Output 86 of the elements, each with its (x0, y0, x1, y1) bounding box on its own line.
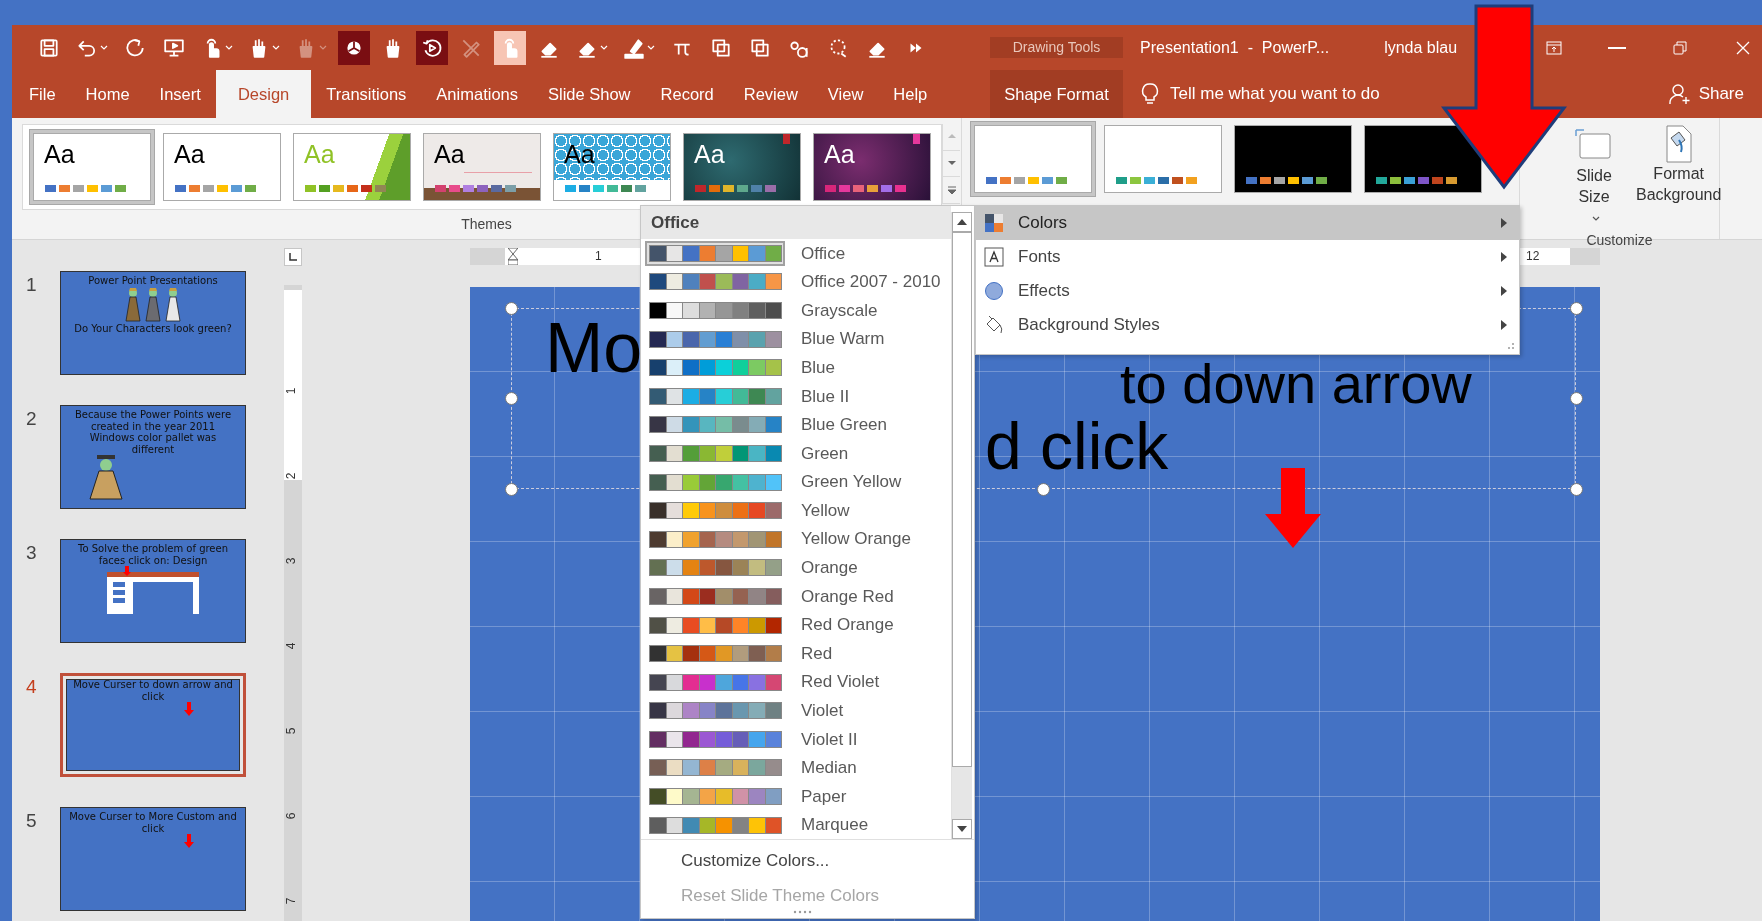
ribbon-tab[interactable]: Slide Show (533, 70, 646, 118)
slide-text: To Solve the problem of green faces click on: Design (76, 543, 229, 566)
color-scheme-item[interactable]: Red Violet (641, 667, 951, 697)
color-scheme-item[interactable]: Office 2007 - 2010 (641, 267, 951, 297)
slide-number: 4 (25, 675, 38, 699)
menu-item[interactable]: Customize Colors... (681, 848, 974, 874)
theme-sample-text: Aa (44, 142, 75, 167)
slide-thumbnail[interactable]: Because the Power Points were created in the year 2011 Windows color pallet was different (60, 405, 246, 509)
theme-sample-text: Aa (304, 142, 335, 167)
color-scheme-item[interactable]: Marquee (641, 810, 951, 840)
slide-thumbnail[interactable]: Move Curser to down arrow and click (60, 673, 246, 777)
color-scheme-item[interactable]: Violet II (641, 725, 951, 754)
theme-option[interactable]: Aa (679, 129, 805, 205)
color-scheme-item[interactable]: Green (641, 439, 951, 468)
ruler-number: 7 (284, 897, 297, 905)
list-header: Office (641, 206, 951, 239)
slide-size-button[interactable]: Slide Size (1566, 122, 1622, 231)
slide-text: Move Curser to down arrow and click (72, 679, 234, 702)
ruler-number: 2 (284, 472, 297, 480)
color-scheme-item[interactable]: Blue II (641, 381, 951, 411)
color-scheme-item[interactable]: Violet (641, 696, 951, 726)
color-scheme-item[interactable]: Yellow (641, 496, 951, 525)
ribbon-tab[interactable]: Animations (421, 70, 533, 118)
slide-number: 3 (25, 541, 38, 565)
ribbon-tab[interactable]: Design (215, 70, 312, 118)
slide-number: 1 (25, 273, 38, 297)
group-label: Themes (461, 215, 512, 234)
ruler-number: 4 (284, 642, 297, 650)
window-title: Presentation1 - PowerP... (1140, 37, 1330, 58)
ruler-number: 6 (284, 812, 297, 820)
color-scheme-item[interactable]: Median (641, 753, 951, 783)
slide-text: Move Curser to More Custom and click (68, 811, 238, 834)
slide-text: Power Point Presentations (87, 275, 219, 287)
search-field[interactable]: Tell me what you want to do (1168, 80, 1468, 108)
ruler-number: 1 (284, 387, 297, 395)
ribbon-tab[interactable]: Insert (144, 70, 216, 118)
theme-option[interactable]: Aa (419, 129, 545, 205)
theme-option[interactable]: Aa (809, 129, 935, 205)
theme-sample-text: Aa (694, 142, 725, 167)
slide-title-text: d click (985, 413, 1169, 479)
color-scheme-item[interactable]: Orange (641, 553, 951, 583)
ribbon-tab[interactable]: Home (70, 70, 145, 118)
ribbon-tab[interactable]: Review (728, 70, 813, 118)
color-scheme-item[interactable]: Green Yellow (641, 467, 951, 497)
menu-item[interactable]: Effects (976, 274, 1519, 308)
share-button[interactable]: Share (1662, 70, 1762, 118)
slide-text: Do Your Characters look green? (74, 322, 232, 334)
ribbon-tab[interactable]: View (812, 70, 879, 118)
ruler-number: 3 (284, 557, 297, 565)
ribbon-tab[interactable]: Help (878, 70, 943, 118)
user-name: lynda blau (1384, 37, 1458, 58)
color-scheme-item[interactable]: Grayscale (641, 296, 951, 325)
group-label: Customize (1586, 231, 1653, 251)
ribbon-tab[interactable]: File (14, 70, 71, 118)
color-scheme-item[interactable]: Office (641, 239, 951, 268)
slide-number: 5 (25, 809, 38, 833)
menu-item[interactable]: Background Styles (976, 308, 1519, 342)
slide-thumbnail[interactable]: Move Curser to More Custom and click (60, 807, 246, 911)
theme-sample-text: Aa (434, 142, 465, 167)
color-scheme-item[interactable]: Yellow Orange (641, 524, 951, 554)
slide-thumbnail[interactable]: Power Point Presentations Do Your Characters look green? (60, 271, 246, 375)
ruler-number: 5 (284, 727, 297, 735)
ribbon-tab[interactable]: Transitions (311, 70, 422, 118)
slide-text: Because the Power Points were created in the year 2011 Windows color pallet was different (73, 409, 233, 455)
color-scheme-item[interactable]: Paper (641, 782, 951, 811)
menu-item[interactable]: Fonts (976, 240, 1519, 274)
color-scheme-item[interactable]: Blue Green (641, 410, 951, 440)
color-scheme-item[interactable]: Red Orange (641, 610, 951, 640)
color-scheme-item[interactable]: Orange Red (641, 582, 951, 611)
slide-number: 2 (25, 407, 38, 431)
ruler-number: 12 (1526, 250, 1540, 262)
ribbon-tab[interactable]: Record (645, 70, 729, 118)
theme-option[interactable]: Aa (29, 129, 155, 205)
theme-sample-text: Aa (824, 142, 855, 167)
theme-option[interactable]: Aa (159, 129, 285, 205)
slide-title-text: to down arrow (1120, 356, 1472, 412)
format-background-button[interactable]: Format Background (1630, 122, 1728, 231)
menu-item[interactable]: Colors (976, 206, 1519, 240)
context-label: Drawing Tools (1012, 38, 1101, 57)
theme-sample-text: Aa (174, 142, 205, 167)
ruler-number: 1 (595, 250, 602, 262)
color-scheme-item[interactable]: Blue (641, 353, 951, 382)
color-scheme-item[interactable]: Red (641, 639, 951, 668)
color-scheme-item[interactable]: Blue Warm (641, 324, 951, 354)
slide-thumbnail[interactable]: To Solve the problem of green faces click on: Design (60, 539, 246, 643)
slide-title-text: Mo (545, 313, 643, 383)
